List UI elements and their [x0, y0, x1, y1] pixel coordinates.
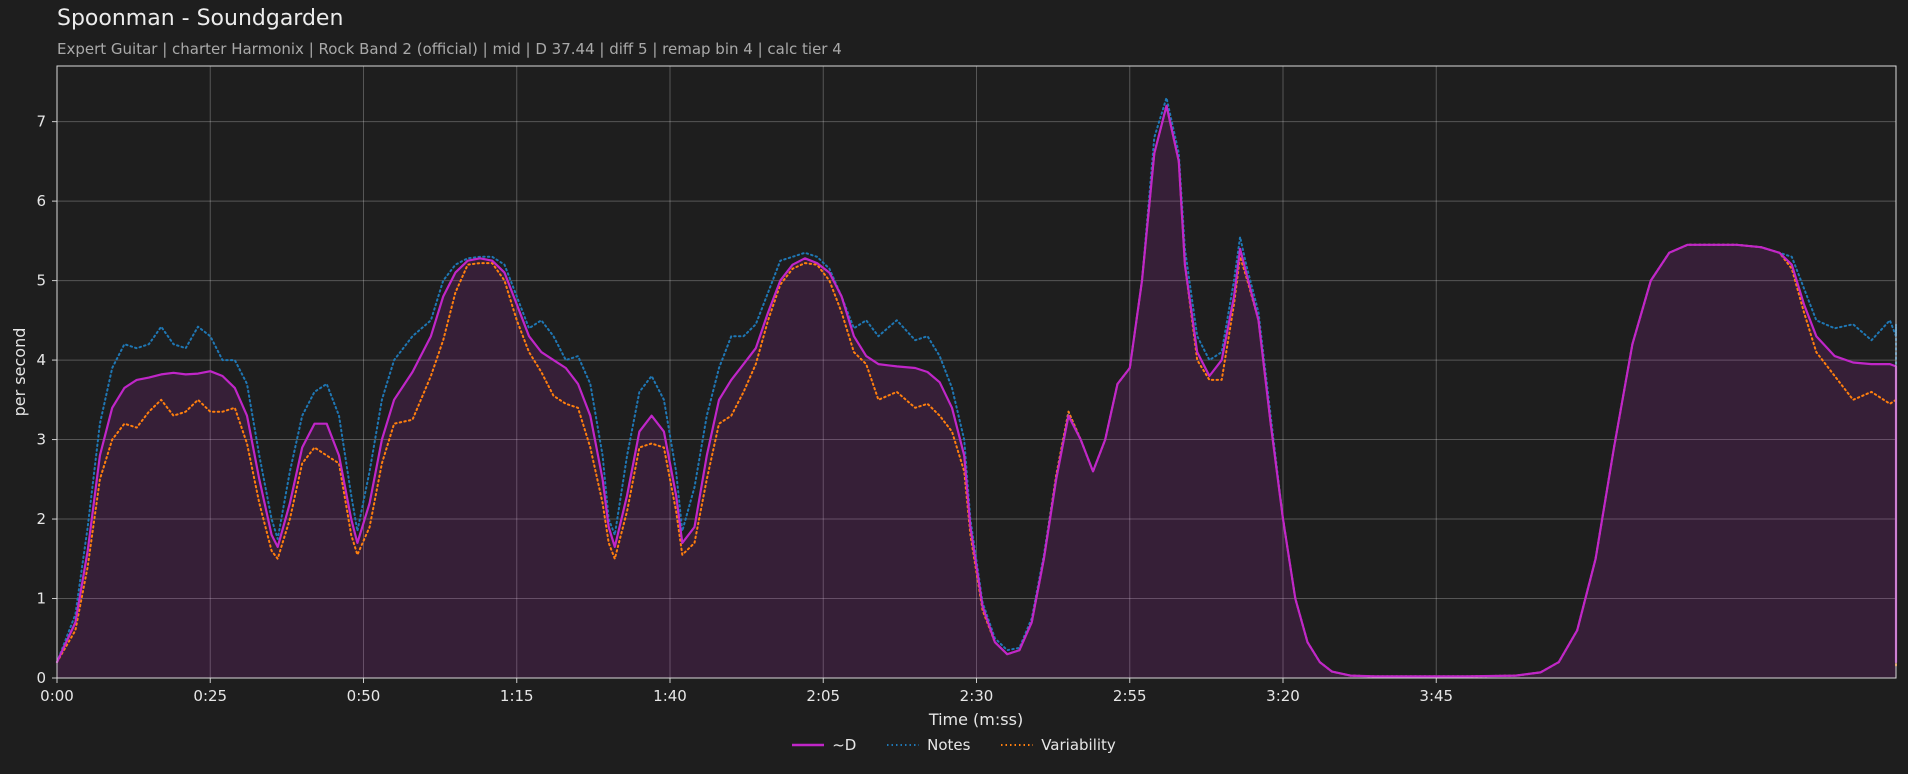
- legend-swatch-variability: [1001, 744, 1034, 746]
- y-tick-label: 6: [36, 192, 46, 210]
- legend-label-d: ~D: [832, 736, 857, 754]
- x-tick-label: 2:30: [960, 687, 994, 705]
- legend-label-notes: Notes: [927, 736, 971, 754]
- chart-plot: 0:00 0:25 0:50 1:15 1:40 2:05 2:30 2:55 3:20 3:45…: [10, 65, 1898, 729]
- x-tick-label: 0:25: [193, 687, 227, 705]
- y-tick-label: 2: [36, 510, 46, 528]
- legend: ~D Notes Variability: [0, 736, 1908, 754]
- x-tick-label: 0:00: [40, 687, 74, 705]
- y-tick-label: 7: [36, 113, 46, 131]
- y-tick-label: 1: [36, 590, 46, 608]
- y-axis-label: per second: [10, 328, 29, 417]
- legend-item-notes: Notes: [887, 736, 970, 754]
- y-tick-label: 0: [36, 669, 46, 687]
- x-tick-label: 1:15: [500, 687, 534, 705]
- y-tick-label: 4: [36, 351, 46, 369]
- x-tick-label: 3:45: [1419, 687, 1453, 705]
- x-tick-label: 3:20: [1266, 687, 1300, 705]
- y-tick-label: 5: [36, 272, 46, 290]
- legend-label-variability: Variability: [1041, 736, 1116, 754]
- x-tick-label: 0:50: [347, 687, 381, 705]
- y-tick-label: 3: [36, 431, 46, 449]
- x-tick-label: 2:55: [1113, 687, 1147, 705]
- legend-item-d: ~D: [792, 736, 856, 754]
- legend-swatch-notes: [887, 744, 920, 746]
- legend-item-variability: Variability: [1001, 736, 1116, 754]
- x-axis-label: Time (m:ss): [928, 710, 1023, 729]
- x-tick-label: 1:40: [653, 687, 687, 705]
- legend-swatch-d: [792, 743, 825, 747]
- x-tick-label: 2:05: [806, 687, 840, 705]
